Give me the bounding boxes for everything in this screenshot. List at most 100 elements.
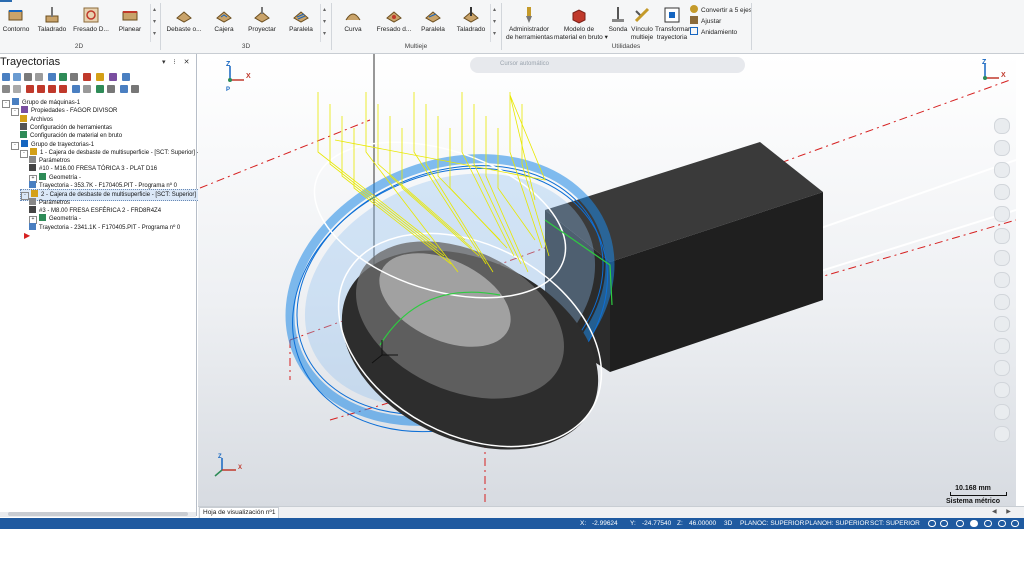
solid-sphere-icon[interactable] (970, 520, 978, 527)
tool-display-icon[interactable] (120, 85, 128, 93)
roughing-button[interactable]: Debaste o... (166, 4, 202, 42)
tool-settings-icon (20, 122, 27, 130)
planes-icon[interactable] (994, 338, 1010, 354)
wcs-selector[interactable]: SCT: SUPERIOR (870, 518, 920, 529)
backplot-icon[interactable] (48, 73, 56, 81)
tree-expander[interactable]: - (20, 149, 28, 158)
multiaxis-milling-button[interactable]: Fresado d... (375, 4, 413, 42)
view-icon[interactable] (994, 206, 1010, 222)
move-down-icon[interactable] (37, 85, 45, 93)
tool-icon (29, 205, 36, 213)
multiaxis-link-button[interactable]: Vínculo multieje (630, 4, 654, 42)
collapse-icon[interactable] (107, 85, 115, 93)
panel-header-buttons[interactable]: ▾ ⁝ ✕ (162, 58, 193, 66)
transform-toolpath-button[interactable]: Transformar trayectoria (655, 4, 690, 42)
toggle-display-icon[interactable] (13, 85, 21, 93)
zoom-icon[interactable] (994, 118, 1010, 134)
properties-icon (21, 106, 28, 114)
z-coordinate-label: Z: (677, 520, 683, 527)
help-icon[interactable] (122, 73, 130, 81)
move-up-icon[interactable] (48, 85, 56, 93)
settings-icon[interactable] (994, 404, 1010, 420)
mode-3d-toggle[interactable]: 3D (724, 518, 732, 529)
tree-item-label: Propiedades - FAGOR DIVISOR (31, 108, 118, 115)
nesting-button[interactable]: Anidamiento (690, 27, 737, 37)
triad-x-label-bottom-left: X (238, 465, 242, 471)
curve-button[interactable]: Curva (338, 4, 368, 42)
tree-expander[interactable]: - (11, 141, 19, 150)
tree-expander[interactable]: - (11, 108, 19, 117)
graphics-viewport[interactable]: Z X P Z X Z X (198, 54, 1016, 506)
multiaxis-drilling-button[interactable]: Taladrado (454, 4, 488, 42)
post-icon[interactable] (83, 73, 91, 81)
delete-icon[interactable] (109, 73, 117, 81)
section-icon[interactable] (994, 228, 1010, 244)
insert-arrow-icon[interactable]: ▶ (24, 231, 30, 240)
parallel-multiaxis-button[interactable]: Paralela (418, 4, 448, 42)
regenerate-icon[interactable] (24, 73, 32, 81)
view-orientation-icon[interactable] (940, 520, 948, 527)
simulate-icon[interactable] (70, 73, 78, 81)
translucency-icon[interactable] (994, 294, 1010, 310)
gnomon-icon[interactable] (994, 316, 1010, 332)
tab-viewsheet-1[interactable]: Hoja de visualización nº1 (199, 507, 279, 518)
move-insert-arrow-icon[interactable] (26, 85, 34, 93)
select-dirty-icon[interactable] (13, 73, 21, 81)
tool-manager-button[interactable]: Administrador de herramientas (506, 4, 553, 42)
tree-expander[interactable]: - (2, 100, 10, 108)
stock-model-label-1: Modelo de (563, 26, 595, 33)
probe-button[interactable]: Sonda (606, 4, 630, 42)
parallel-icon (293, 11, 309, 23)
tree-expander[interactable]: - (21, 192, 29, 201)
rotate-icon[interactable] (994, 162, 1010, 178)
tab-scroll-arrows[interactable]: ◀ ▶ (992, 508, 1015, 515)
options-icon[interactable] (131, 85, 139, 93)
wireframe-icon[interactable] (994, 272, 1010, 288)
cancel-icon[interactable] (994, 426, 1010, 442)
insert-after-icon[interactable] (59, 85, 67, 93)
project-button[interactable]: Proyectar (245, 4, 279, 42)
hidden-line-icon[interactable] (998, 520, 1006, 527)
analyze-icon[interactable] (994, 382, 1010, 398)
dynamic-milling-label: Fresado D... (73, 26, 109, 33)
face-label: Planear (118, 26, 142, 33)
expand-icon[interactable] (96, 85, 104, 93)
trim-button[interactable]: Ajustar (690, 16, 721, 26)
drilling-button[interactable]: Taladrado (36, 4, 68, 42)
panel-toolbar-row-2 (0, 84, 196, 96)
clear-colors-icon[interactable] (994, 360, 1010, 376)
group-multiaxis-gallery-scroll[interactable]: ▴ ▾ ▾ (490, 4, 498, 42)
regenerate-dirty-icon[interactable] (35, 73, 43, 81)
pan-icon[interactable] (994, 140, 1010, 156)
wire-sphere-icon[interactable] (984, 520, 992, 527)
tplane-selector[interactable]: PLANOH: SUPERIOR (805, 518, 869, 529)
group-3d-gallery-scroll[interactable]: ▴ ▾ ▾ (320, 4, 328, 42)
x-coordinate-value[interactable]: -2.99624 (592, 518, 618, 529)
face-button[interactable]: Planear (116, 4, 144, 42)
shaded-sphere-icon[interactable] (956, 520, 964, 527)
transparency-icon[interactable] (1011, 520, 1019, 527)
group-2d-gallery-scroll[interactable]: ▴ ▾ ▾ (150, 4, 158, 42)
z-coordinate-value[interactable]: 46.00000 (689, 518, 716, 529)
parameters-icon (29, 156, 36, 164)
triad-x-label-top-right: X (1001, 72, 1006, 79)
parallel-3d-button[interactable]: Paralela (286, 4, 316, 42)
convert-to-5-axis-button[interactable]: Convertir a 5 ejes (690, 5, 752, 15)
globe-icon[interactable] (928, 520, 936, 527)
pocket-button[interactable]: Cajera (210, 4, 238, 42)
show-all-icon[interactable] (83, 85, 91, 93)
dynamic-milling-button[interactable]: Fresado D... (73, 4, 109, 42)
shading-icon[interactable] (994, 250, 1010, 266)
stock-model-button[interactable]: Modelo de material en bruto ▾ (554, 4, 608, 42)
panel-scroll-thumb[interactable] (8, 512, 188, 516)
lock-icon[interactable] (2, 85, 10, 93)
cplane-selector[interactable]: PLANOC: SUPERIOR (740, 518, 804, 529)
select-all-icon[interactable] (2, 73, 10, 81)
show-selected-icon[interactable] (72, 85, 80, 93)
tree-item[interactable]: Trayectoria - 2341.1K - F170405.PIT - Pr… (29, 222, 180, 233)
highfeed-icon[interactable] (96, 73, 104, 81)
fit-icon[interactable] (994, 184, 1010, 200)
contour-button[interactable]: Contorno (2, 4, 30, 42)
verify-icon[interactable] (59, 73, 67, 81)
y-coordinate-value[interactable]: -24.77540 (642, 518, 671, 529)
